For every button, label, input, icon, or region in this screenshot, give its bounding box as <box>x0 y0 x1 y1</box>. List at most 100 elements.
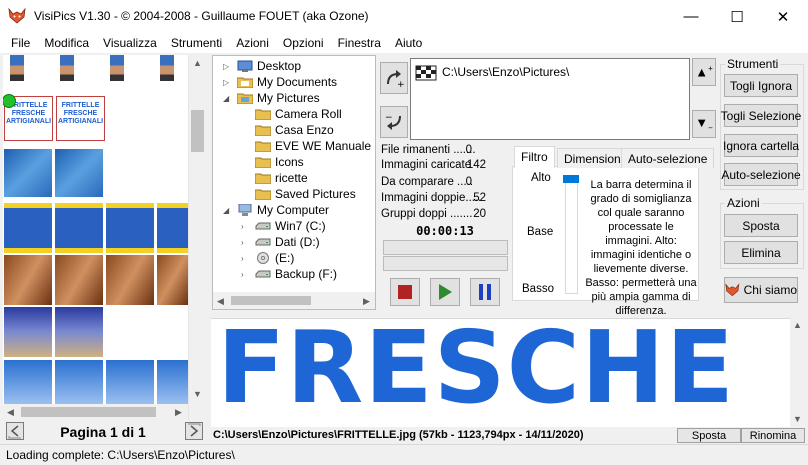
sposta-button[interactable]: Sposta <box>724 214 798 237</box>
thumbnail-image[interactable] <box>4 203 52 253</box>
tree-item-camera-roll[interactable]: Camera Roll <box>255 106 342 122</box>
scroll-up-arrow-icon[interactable]: ▲ <box>793 320 802 330</box>
add-folder-button[interactable]: + <box>380 62 408 94</box>
drive-icon <box>255 270 271 278</box>
tree-item-icons[interactable]: Icons <box>255 154 304 170</box>
thumbnail-image[interactable] <box>55 149 103 197</box>
tree-horizontal-scrollbar[interactable]: ◀ ▶ <box>213 292 375 309</box>
tree-item-ricette[interactable]: ricette <box>255 170 308 186</box>
thumbnail-image[interactable] <box>106 255 154 305</box>
thumbnail-image[interactable] <box>55 255 103 305</box>
stat-label-duplicates: Immagini doppie..... <box>381 192 482 204</box>
ignora-cartella-button[interactable]: Ignora cartella <box>723 134 799 157</box>
thumbnail-frittelle[interactable]: FRITTELLE FRESCHE ARTIGIANALI <box>56 96 105 141</box>
scroll-down-arrow-icon[interactable]: ▼ <box>793 414 802 424</box>
thumbnail-horizontal-scrollbar[interactable]: ◀ ▶ <box>3 404 188 420</box>
next-page-button[interactable] <box>185 422 203 440</box>
tree-item-eve-manuale[interactable]: EVE WE Manuale ut <box>255 138 375 154</box>
thumbnail-vertical-scrollbar[interactable]: ▲ ▼ <box>188 55 205 420</box>
tab-filtro[interactable]: Filtro <box>514 146 555 168</box>
thumbnail-image[interactable] <box>106 360 154 404</box>
togli-ignora-button[interactable]: Togli Ignora <box>724 74 798 97</box>
tree-item-dati-d[interactable]: › Dati (D:) <box>241 234 320 250</box>
scroll-right-arrow-icon[interactable]: ▶ <box>175 407 182 418</box>
thumbnail-image[interactable] <box>110 55 124 81</box>
scroll-thumb[interactable] <box>21 407 156 417</box>
tree-item-casa-enzo[interactable]: Casa Enzo <box>255 122 334 138</box>
scroll-down-arrow-icon[interactable]: ▼ <box>193 389 202 399</box>
expand-arrow-icon[interactable]: › <box>241 222 251 231</box>
minimize-button[interactable]: — <box>668 0 714 33</box>
play-button[interactable] <box>430 278 460 306</box>
thumbnail-image[interactable] <box>106 203 154 253</box>
scroll-thumb[interactable] <box>191 110 204 152</box>
thumbnail-image[interactable] <box>4 255 52 305</box>
menu-azioni[interactable]: Azioni <box>229 36 276 50</box>
thumbnail-image[interactable] <box>55 307 103 357</box>
thumbnail-image[interactable] <box>10 55 24 81</box>
thumbnail-image[interactable] <box>4 307 52 357</box>
preview-scrollbar[interactable]: ▲ ▼ <box>790 318 805 427</box>
move-folder-down-button[interactable]: ▼− <box>692 110 716 138</box>
pause-button[interactable] <box>470 278 500 306</box>
tree-item-win7-c[interactable]: › Win7 (C:) <box>241 218 326 234</box>
move-folder-up-button[interactable]: ▲+ <box>692 58 716 86</box>
tree-item-my-documents[interactable]: ▷ My Documents <box>223 74 337 90</box>
thumbnail-image[interactable] <box>60 55 74 81</box>
similarity-slider[interactable] <box>565 176 578 294</box>
image-preview: FRESCHE <box>211 318 805 427</box>
menu-modifica[interactable]: Modifica <box>37 36 96 50</box>
thumbnail-image[interactable] <box>157 255 188 305</box>
collapse-arrow-icon[interactable]: ◢ <box>223 94 233 103</box>
auto-selezione-button[interactable]: Auto-selezione <box>721 163 801 186</box>
tree-item-backup-f[interactable]: › Backup (F:) <box>241 266 337 282</box>
close-button[interactable]: ✕ <box>760 0 806 33</box>
info-rinomina-button[interactable]: Rinomina <box>741 428 805 443</box>
folder-list-item[interactable]: C:\Users\Enzo\Pictures\ <box>415 63 569 81</box>
previous-page-button[interactable] <box>6 422 24 440</box>
thumbnail-image[interactable] <box>4 149 52 197</box>
elimina-button[interactable]: Elimina <box>724 241 798 264</box>
menu-strumenti[interactable]: Strumenti <box>164 36 229 50</box>
tree-item-e[interactable]: › (E:) <box>241 250 294 266</box>
scroll-left-arrow-icon[interactable]: ◀ <box>217 296 224 307</box>
scroll-left-arrow-icon[interactable]: ◀ <box>7 407 14 418</box>
pictures-folder-icon <box>237 93 253 104</box>
remove-folder-button[interactable]: − <box>380 106 408 138</box>
tab-dimensioni[interactable]: Dimensioni <box>557 148 631 168</box>
thumbnail-image[interactable] <box>4 360 52 404</box>
thumbnail-image[interactable] <box>55 203 103 253</box>
expand-arrow-icon[interactable]: ▷ <box>223 78 233 87</box>
similarity-slider-thumb[interactable] <box>563 175 579 183</box>
tree-item-my-computer[interactable]: ◢ My Computer <box>223 202 329 218</box>
thumbnail-image[interactable] <box>157 360 188 404</box>
menu-visualizza[interactable]: Visualizza <box>96 36 164 50</box>
scroll-up-arrow-icon[interactable]: ▲ <box>193 58 202 68</box>
tree-item-my-pictures[interactable]: ◢ My Pictures <box>223 90 320 106</box>
maximize-button[interactable]: ☐ <box>714 0 760 33</box>
tree-item-desktop[interactable]: ▷ Desktop <box>223 58 301 74</box>
collapse-arrow-icon[interactable]: ◢ <box>223 206 233 215</box>
folder-tree[interactable]: ▷ Desktop ▷ My Documents ◢ My Pictures C… <box>212 55 376 310</box>
menu-opzioni[interactable]: Opzioni <box>276 36 331 50</box>
scroll-right-arrow-icon[interactable]: ▶ <box>363 296 370 307</box>
folder-list[interactable]: C:\Users\Enzo\Pictures\ <box>410 58 690 140</box>
thumbnail-image[interactable] <box>55 360 103 404</box>
tab-auto-selezione[interactable]: Auto-selezione <box>621 148 715 168</box>
menu-aiuto[interactable]: Aiuto <box>388 36 429 50</box>
menu-finestra[interactable]: Finestra <box>331 36 388 50</box>
thumbnail-pane[interactable]: FRITTELLE FRESCHE ARTIGIANALI FRITTELLE … <box>3 55 188 420</box>
chi-siamo-button[interactable]: Chi siamo <box>724 277 798 303</box>
togli-selezione-button[interactable]: Togli Selezione <box>721 104 801 127</box>
thumbnail-image[interactable] <box>157 203 188 253</box>
expand-arrow-icon[interactable]: ▷ <box>223 62 233 71</box>
info-sposta-button[interactable]: Sposta <box>677 428 741 443</box>
expand-arrow-icon[interactable]: › <box>241 270 251 279</box>
thumbnail-image[interactable] <box>160 55 174 81</box>
expand-arrow-icon[interactable]: › <box>241 254 251 263</box>
stop-button[interactable] <box>390 278 420 306</box>
expand-arrow-icon[interactable]: › <box>241 238 251 247</box>
tree-item-saved-pictures[interactable]: Saved Pictures <box>255 186 356 202</box>
menu-file[interactable]: File <box>4 36 37 50</box>
scroll-thumb[interactable] <box>231 296 311 305</box>
